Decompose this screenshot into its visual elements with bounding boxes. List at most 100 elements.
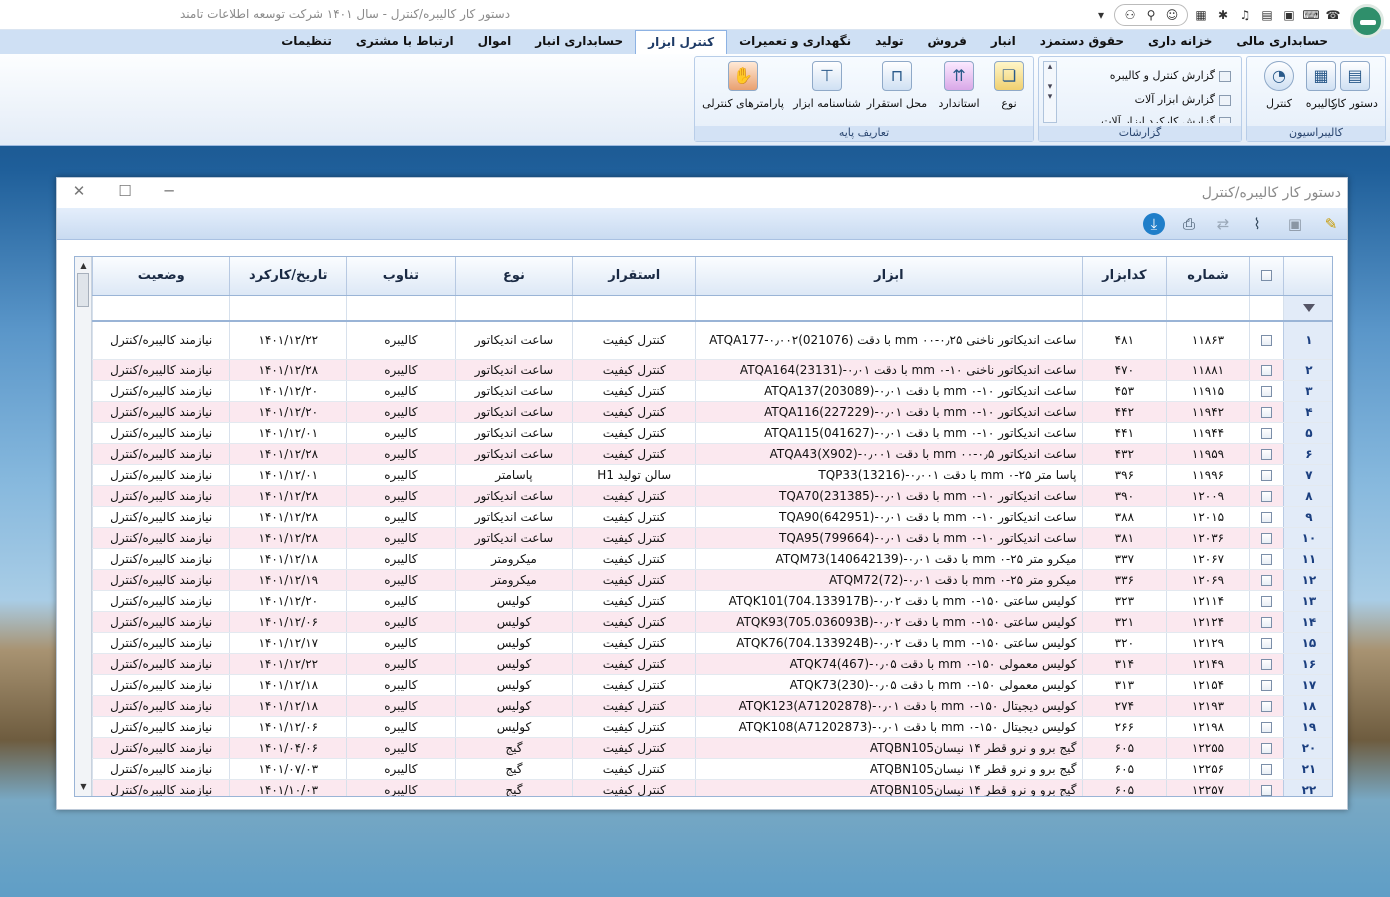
cell-noe[interactable]: گیج	[454, 737, 573, 759]
tab-5[interactable]: تولید	[863, 30, 915, 54]
row-checkbox[interactable]	[1260, 469, 1272, 481]
filter-cell[interactable]	[1166, 295, 1250, 322]
cell-tanavob[interactable]: کالیبره	[346, 527, 456, 549]
cell-tanavob[interactable]: کالیبره	[346, 737, 456, 759]
cell-noe[interactable]: کولیس	[454, 590, 573, 612]
table-row[interactable]: ۱۶ ۱۲۱۴۹ ۳۱۴ کولیس معمولی ۱۵۰-۰ mm با دقت ۰…	[91, 653, 1332, 675]
cell-tanavob[interactable]: کالیبره	[346, 422, 456, 444]
tab-0[interactable]: حسابداری مالی	[1224, 30, 1340, 54]
row-select-cell[interactable]	[1248, 779, 1284, 796]
calendar-icon[interactable]: ▣	[1280, 6, 1298, 24]
cell-tanavob[interactable]: کالیبره	[346, 506, 456, 528]
filter-cell[interactable]	[1248, 295, 1284, 322]
cell-abzar[interactable]: کولیس دیجیتال ۱۵۰-۰ mm با دقت ۰٫۰۱-ATQK1…	[695, 716, 1082, 738]
filter-cell[interactable]	[1282, 295, 1332, 322]
cell-vaziat[interactable]: نیازمند کالیبره/کنترل	[91, 464, 230, 486]
table-row[interactable]: ۱۴ ۱۲۱۲۴ ۳۲۱ کولیس ساعتی ۱۵۰-۰ mm با دقت ۰٫…	[91, 611, 1332, 633]
col-select-all[interactable]	[1248, 257, 1284, 296]
cell-kod[interactable]: ۳۹۰	[1081, 485, 1167, 507]
row-select-cell[interactable]	[1248, 674, 1284, 696]
cell-kod[interactable]: ۳۲۳	[1081, 590, 1167, 612]
cell-abzar[interactable]: ساعت اندیکاتور ۱۰-۰ mm با دقت ۰٫۰۱-ATQA1…	[695, 422, 1082, 444]
cell-vaziat[interactable]: نیازمند کالیبره/کنترل	[91, 653, 230, 675]
user-settings-icon[interactable]: ⚇	[1121, 6, 1139, 24]
cell-date[interactable]: ۱۴۰۱/۱۲/۲۸	[229, 443, 347, 465]
cell-abzar[interactable]: کولیس ساعتی ۱۵۰-۰ mm با دقت ۰٫۰۲-ATQK101…	[695, 590, 1082, 612]
cell-date[interactable]: ۱۴۰۱/۱۲/۲۸	[229, 527, 347, 549]
cell-date[interactable]: ۱۴۰۱/۱۲/۱۹	[229, 569, 347, 591]
standard-button[interactable]: ⇈ استاندارد	[931, 61, 987, 110]
cell-esteghrar[interactable]: کنترل کیفیت	[572, 548, 696, 570]
row-checkbox[interactable]	[1260, 574, 1272, 586]
row-select-cell[interactable]	[1248, 527, 1284, 549]
cell-noe[interactable]: ساعت اندیکاتور	[454, 485, 573, 507]
cell-kod[interactable]: ۳۱۴	[1081, 653, 1167, 675]
cell-tanavob[interactable]: کالیبره	[346, 590, 456, 612]
user-switch-icon[interactable]: ☺	[1163, 6, 1181, 24]
row-checkbox[interactable]	[1260, 595, 1272, 607]
row-select-cell[interactable]	[1248, 569, 1284, 591]
tab-4[interactable]: فروش	[916, 30, 979, 54]
cell-esteghrar[interactable]: کنترل کیفیت	[572, 737, 696, 759]
cell-date[interactable]: ۱۴۰۱/۱۲/۱۷	[229, 632, 347, 654]
cell-noe[interactable]: ساعت اندیکاتور	[454, 401, 573, 423]
cell-vaziat[interactable]: نیازمند کالیبره/کنترل	[91, 380, 230, 402]
cell-noe[interactable]: کولیس	[454, 632, 573, 654]
row-select-cell[interactable]	[1248, 401, 1284, 423]
cell-date[interactable]: ۱۴۰۱/۰۴/۰۶	[229, 737, 347, 759]
cell-shomare[interactable]: ۱۲۱۲۴	[1166, 611, 1250, 633]
cell-shomare[interactable]: ۱۲۰۳۶	[1166, 527, 1250, 549]
cell-shomare[interactable]: ۱۲۱۵۴	[1166, 674, 1250, 696]
cell-noe[interactable]: ساعت اندیکاتور	[454, 527, 573, 549]
cell-date[interactable]: ۱۴۰۱/۰۷/۰۳	[229, 758, 347, 780]
cell-noe[interactable]: ساعت اندیکاتور	[454, 443, 573, 465]
cell-vaziat[interactable]: نیازمند کالیبره/کنترل	[91, 779, 230, 796]
cell-tanavob[interactable]: کالیبره	[346, 464, 456, 486]
cell-shomare[interactable]: ۱۲۲۵۵	[1166, 737, 1250, 759]
cell-noe[interactable]: کولیس	[454, 695, 573, 717]
cell-noe[interactable]: ساعت اندیکاتور	[454, 321, 573, 360]
cell-noe[interactable]: پاسامتر	[454, 464, 573, 486]
filter-cell[interactable]	[454, 295, 573, 322]
notes-icon[interactable]: ▤	[1258, 6, 1276, 24]
cell-tanavob[interactable]: کالیبره	[346, 674, 456, 696]
row-checkbox[interactable]	[1260, 616, 1272, 628]
row-select-cell[interactable]	[1248, 321, 1284, 360]
row-select-cell[interactable]	[1248, 506, 1284, 528]
cell-shomare[interactable]: ۱۲۱۱۴	[1166, 590, 1250, 612]
maximize-icon[interactable]: ☐	[115, 182, 135, 200]
cell-esteghrar[interactable]: کنترل کیفیت	[572, 779, 696, 796]
cell-tanavob[interactable]: کالیبره	[346, 716, 456, 738]
minimize-icon[interactable]: ─	[159, 182, 179, 200]
cell-abzar[interactable]: ساعت اندیکاتور ۱۰-۰ mm با دقت ۰٫۰۱-TQA95…	[695, 527, 1082, 549]
cell-date[interactable]: ۱۴۰۱/۱۲/۱۸	[229, 674, 347, 696]
close-icon[interactable]: ✕	[69, 182, 89, 200]
cell-tanavob[interactable]: کالیبره	[346, 611, 456, 633]
row-select-cell[interactable]	[1248, 548, 1284, 570]
filter-funnel-icon[interactable]	[1302, 304, 1315, 313]
row-checkbox[interactable]	[1260, 742, 1272, 754]
cell-kod[interactable]: ۳۸۸	[1081, 506, 1167, 528]
cell-vaziat[interactable]: نیازمند کالیبره/کنترل	[91, 527, 230, 549]
tab-6[interactable]: نگهداری و تعمیرات	[727, 30, 863, 54]
scroll-up-icon[interactable]: ▲	[75, 259, 92, 273]
cell-vaziat[interactable]: نیازمند کالیبره/کنترل	[91, 401, 230, 423]
cell-tanavob[interactable]: کالیبره	[346, 359, 456, 381]
col-vaziat[interactable]: وضعیت	[91, 257, 230, 296]
report-tools[interactable]: گزارش ابزار آلات	[1135, 93, 1231, 106]
cell-abzar[interactable]: ساعت اندیکاتور ۱۰-۰ mm با دقت ۰٫۰۱-TQA90…	[695, 506, 1082, 528]
cell-tanavob[interactable]: کالیبره	[346, 321, 456, 360]
cell-esteghrar[interactable]: کنترل کیفیت	[572, 674, 696, 696]
cell-esteghrar[interactable]: کنترل کیفیت	[572, 422, 696, 444]
tab-9[interactable]: اموال	[466, 30, 524, 54]
bug-icon[interactable]: ✱	[1214, 6, 1232, 24]
cell-vaziat[interactable]: نیازمند کالیبره/کنترل	[91, 422, 230, 444]
row-select-cell[interactable]	[1248, 590, 1284, 612]
row-select-cell[interactable]	[1248, 485, 1284, 507]
cell-esteghrar[interactable]: کنترل کیفیت	[572, 569, 696, 591]
cell-abzar[interactable]: پاسا متر ۲۵-۰ mm با دقت ۰٫۰۰۱-TQP33(1321…	[695, 464, 1082, 486]
cell-vaziat[interactable]: نیازمند کالیبره/کنترل	[91, 506, 230, 528]
calculator-icon[interactable]: ▦	[1192, 6, 1210, 24]
cell-date[interactable]: ۱۴۰۱/۱۲/۱۸	[229, 695, 347, 717]
cell-abzar[interactable]: کولیس معمولی ۱۵۰-۰ mm با دقت ۰٫۰۵-ATQK74…	[695, 653, 1082, 675]
